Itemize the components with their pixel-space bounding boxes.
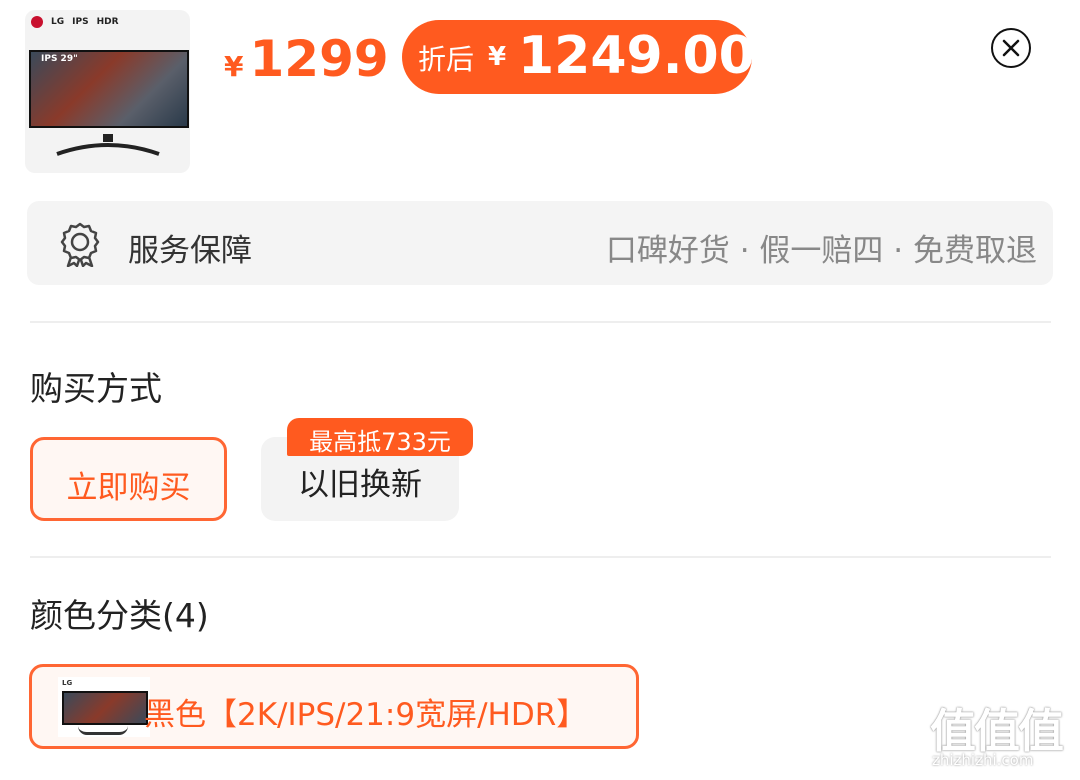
monitor-stand-icon xyxy=(78,726,128,735)
color-option-black[interactable]: LG 黑色【2K/IPS/21:9宽屏/HDR】 xyxy=(29,664,639,749)
divider xyxy=(30,556,1051,558)
service-guarantee-row[interactable]: 服务保障 口碑好货 · 假一赔四 · 免费取退 xyxy=(27,201,1053,285)
thumbnail-logos: LG IPS HDR xyxy=(31,16,119,28)
discounted-price-currency: ¥ xyxy=(488,42,507,72)
thumbnail-screen-label: IPS 29" xyxy=(41,54,78,64)
original-price-value: 1299 xyxy=(249,30,389,88)
divider xyxy=(30,321,1051,323)
buy-now-option[interactable]: 立即购买 xyxy=(30,437,227,521)
color-thumbnail-brand: LG xyxy=(62,679,73,687)
close-icon xyxy=(1002,39,1020,57)
buy-now-label: 立即购买 xyxy=(66,470,191,506)
purchase-method-title: 购买方式 xyxy=(30,369,162,408)
trade-in-badge: 最高抵733元 xyxy=(287,418,473,456)
thumbnail-badge-hdr: HDR xyxy=(96,17,119,27)
color-option-thumbnail: LG xyxy=(58,677,150,737)
original-price-currency: ¥ xyxy=(224,50,244,83)
watermark-site: zhizhizhi.com xyxy=(932,751,1034,769)
thumbnail-brand: LG xyxy=(51,17,65,27)
trade-in-label: 以旧换新 xyxy=(298,467,422,503)
original-price: ¥1299 xyxy=(224,30,389,88)
product-thumbnail[interactable]: LG IPS HDR IPS 29" xyxy=(25,10,190,173)
color-category-title: 颜色分类(4) xyxy=(30,596,209,635)
monitor-screen-image xyxy=(62,691,148,725)
discount-label: 折后 xyxy=(418,43,475,76)
color-option-label: 黑色【2K/IPS/21:9宽屏/HDR】 xyxy=(144,697,588,733)
site-watermark: 值值值 zhizhizhi.com xyxy=(930,695,1075,775)
certificate-badge-icon xyxy=(60,222,100,267)
service-label: 服务保障 xyxy=(128,233,252,269)
thumbnail-badge-ips: IPS xyxy=(72,17,89,27)
discounted-price-pill: 折后 ¥ 1249.00 xyxy=(402,20,755,94)
service-detail: 口碑好货 · 假一赔四 · 免费取退 xyxy=(605,233,1037,269)
lg-logo-icon xyxy=(31,16,43,28)
trade-in-badge-text: 最高抵733元 xyxy=(309,428,451,456)
discounted-price-value: 1249.00 xyxy=(518,26,755,86)
close-button[interactable] xyxy=(991,28,1031,68)
monitor-stand-icon xyxy=(56,134,160,156)
